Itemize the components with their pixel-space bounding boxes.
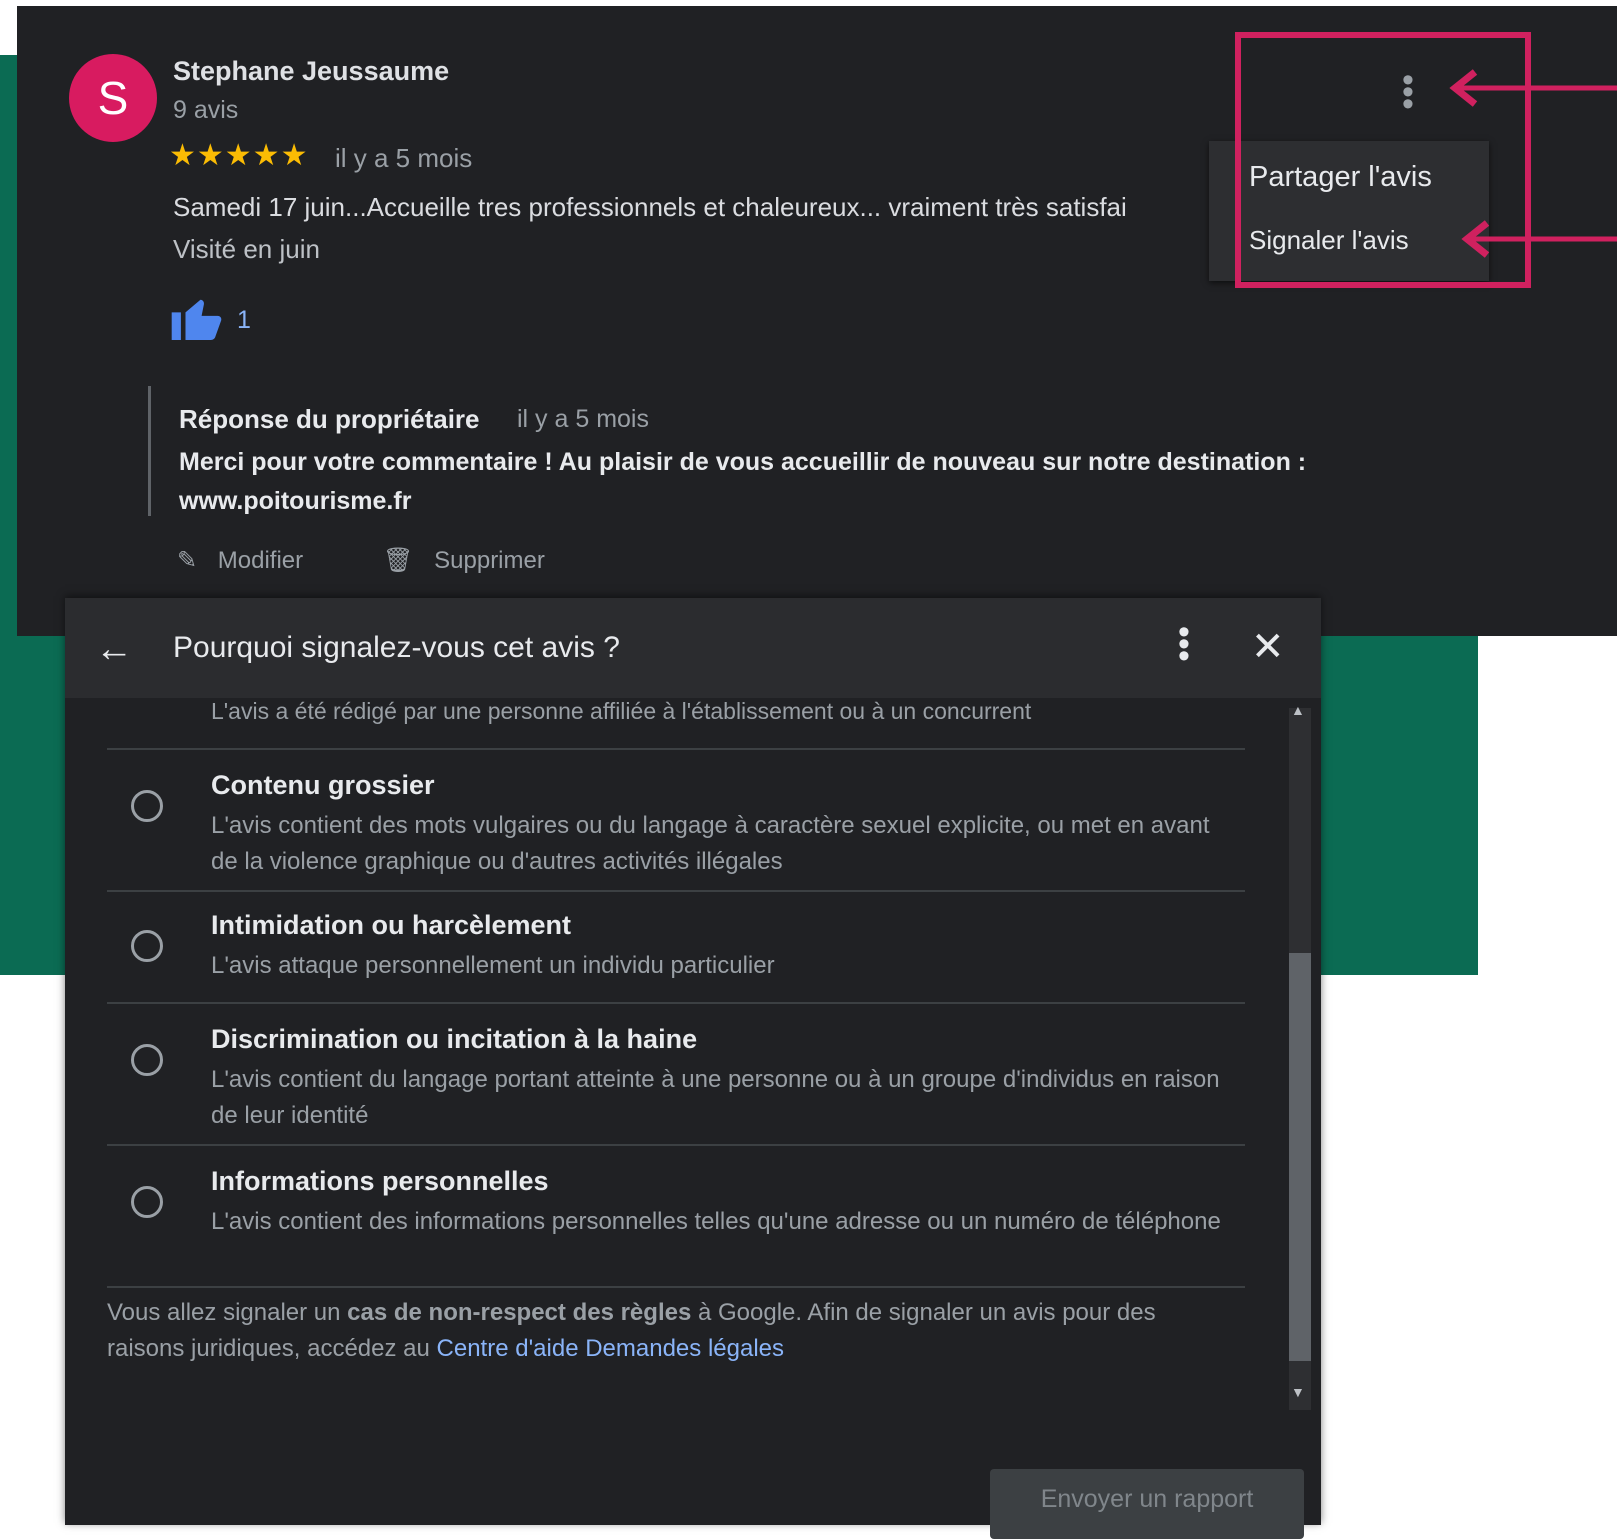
scroll-up-icon[interactable]: ▲ <box>1291 702 1305 718</box>
trash-icon: 🗑 <box>383 547 414 574</box>
option-title: Discrimination ou incitation à la haine <box>211 1024 698 1054</box>
like-count: 1 <box>237 306 251 334</box>
avatar[interactable]: S <box>69 54 157 142</box>
arrow-left-icon <box>1449 69 1617 107</box>
reply-divider <box>148 386 151 516</box>
option-title: Informations personnelles <box>211 1166 549 1196</box>
close-icon[interactable]: ✕ <box>1251 624 1285 670</box>
pencil-icon: ✎ <box>177 547 198 574</box>
radio-button[interactable] <box>131 1044 163 1076</box>
review-card: S Stephane Jeussaume 9 avis ★★★★★ il y a… <box>17 6 1617 636</box>
owner-reply-title: Réponse du propriétaire <box>179 404 480 434</box>
thumbs-up-icon <box>171 299 222 340</box>
policy-notice-bold: cas de non-respect des règles <box>347 1299 692 1326</box>
delete-button[interactable]: 🗑 Supprimer <box>383 546 545 575</box>
send-report-button[interactable]: Envoyer un rapport <box>990 1469 1304 1539</box>
dialog-title: Pourquoi signalez-vous cet avis ? <box>173 631 620 664</box>
author-name[interactable]: Stephane Jeussaume <box>173 56 449 87</box>
option-contenu-grossier[interactable]: Contenu grossier L'avis contient des mot… <box>107 748 1245 890</box>
policy-notice: Vous allez signaler un cas de non-respec… <box>107 1295 1217 1367</box>
visited-date: Visité en juin <box>173 234 320 264</box>
more-options-icon[interactable]: • • • <box>1178 615 1190 673</box>
like-button[interactable] <box>169 294 225 345</box>
option-informations-personnelles[interactable]: Informations personnelles L'avis contien… <box>107 1144 1245 1288</box>
review-date: il y a 5 mois <box>335 143 473 173</box>
radio-button[interactable] <box>131 930 163 962</box>
option-title: Contenu grossier <box>211 770 435 800</box>
option-description: L'avis contient du langage portant attei… <box>211 1066 1220 1129</box>
owner-reply-text: Merci pour votre commentaire ! Au plaisi… <box>179 448 1307 515</box>
owner-reply-date: il y a 5 mois <box>517 405 649 433</box>
option-description: L'avis contient des mots vulgaires ou du… <box>211 812 1210 875</box>
review-count: 9 avis <box>173 96 239 124</box>
review-text: Samedi 17 juin...Accueille tres professi… <box>173 192 1127 222</box>
scrollbar-thumb[interactable] <box>1289 953 1311 1361</box>
option-description: L'avis contient des informations personn… <box>211 1208 1221 1235</box>
option-description: L'avis attaque personnellement un indivi… <box>211 952 775 979</box>
edit-button[interactable]: ✎ Modifier <box>177 546 303 575</box>
option-discrimination[interactable]: Discrimination ou incitation à la haine … <box>107 1002 1245 1144</box>
radio-button[interactable] <box>131 1186 163 1218</box>
partial-option-text: L'avis a été rédigé par une personne aff… <box>211 698 1032 724</box>
arrow-left-icon <box>1461 220 1617 258</box>
option-intimidation[interactable]: Intimidation ou harcèlement L'avis attaq… <box>107 890 1245 1002</box>
edit-label: Modifier <box>217 547 304 574</box>
report-dialog: ← Pourquoi signalez-vous cet avis ? • • • … <box>65 598 1321 1539</box>
policy-notice-text: Vous allez signaler un <box>107 1299 348 1326</box>
delete-label: Supprimer <box>434 547 545 574</box>
option-title: Intimidation ou harcèlement <box>211 910 572 940</box>
star-rating: ★★★★★ <box>169 139 309 172</box>
scroll-down-icon[interactable]: ▼ <box>1291 1384 1305 1400</box>
radio-button[interactable] <box>131 790 163 822</box>
legal-help-link[interactable]: Centre d'aide Demandes légales <box>437 1335 784 1362</box>
back-arrow-icon[interactable]: ← <box>95 628 133 671</box>
dialog-header: ← Pourquoi signalez-vous cet avis ? • • • … <box>65 598 1321 698</box>
